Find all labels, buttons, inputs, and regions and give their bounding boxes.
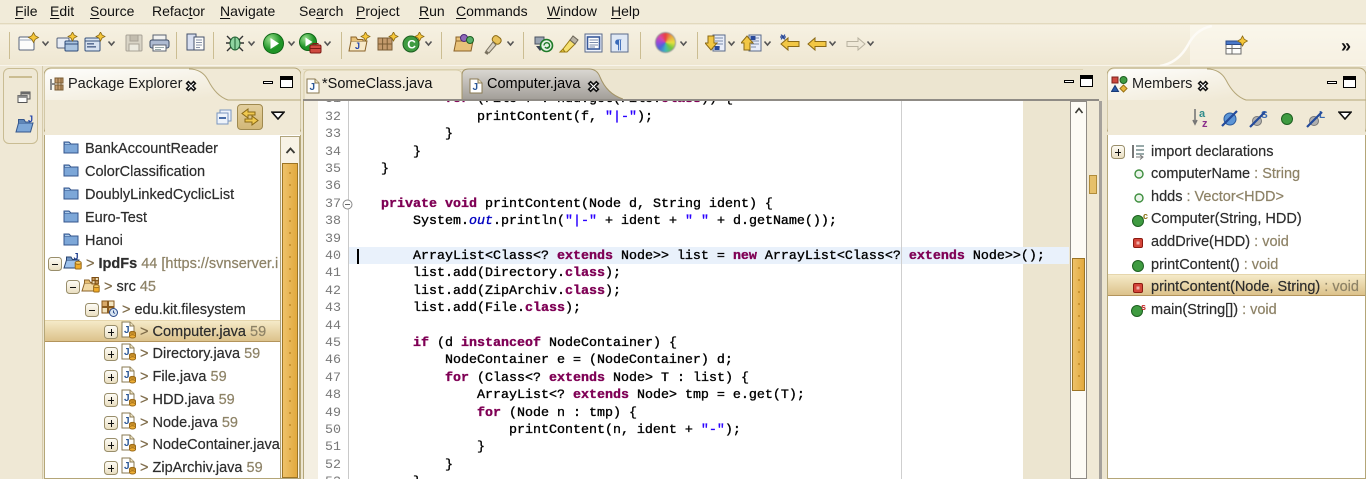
svg-text:s: s [1141, 302, 1146, 312]
svg-text:J: J [28, 115, 33, 124]
svg-text:z: z [1202, 118, 1208, 129]
svg-text:¶: ¶ [615, 38, 623, 53]
svg-text:c: c [1143, 212, 1148, 221]
svg-text:J: J [74, 253, 79, 262]
svg-text:C: C [407, 38, 416, 52]
svg-text:J: J [355, 41, 360, 51]
